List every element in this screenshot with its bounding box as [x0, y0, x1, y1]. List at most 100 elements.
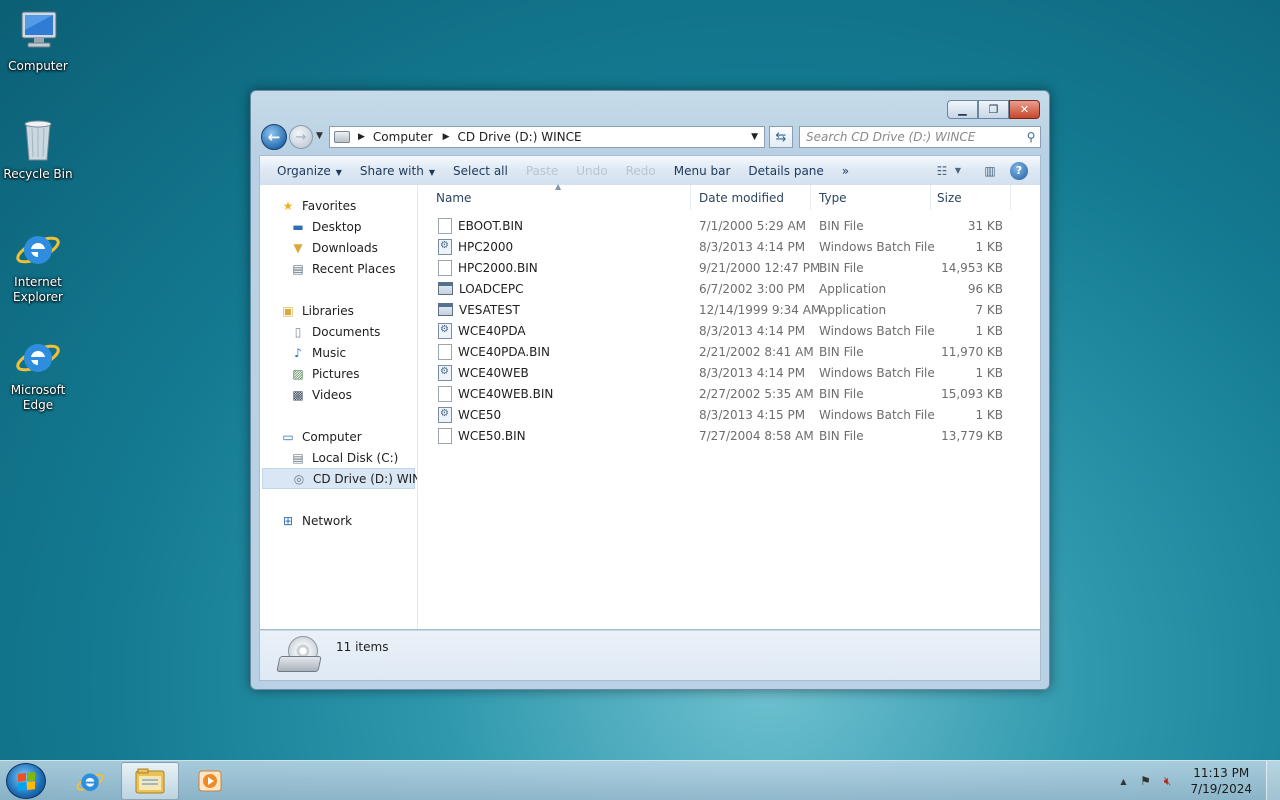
- nav-downloads[interactable]: ▼ Downloads: [260, 237, 417, 258]
- nav-label: Videos: [312, 387, 352, 402]
- share-with-button[interactable]: Share with ▼: [351, 164, 444, 178]
- nav-libraries[interactable]: ▣ Libraries: [260, 300, 417, 321]
- file-size: 1 KB: [975, 239, 1003, 254]
- file-name-cell[interactable]: WCE40PDA.BIN: [418, 343, 691, 360]
- file-name-cell[interactable]: LOADCEPC: [418, 282, 691, 296]
- caption-buttons: ▁ ❐ ✕: [947, 100, 1040, 119]
- column-header-size[interactable]: Size: [931, 185, 1011, 210]
- undo-button[interactable]: Undo: [567, 164, 616, 178]
- details-pane-button[interactable]: Details pane: [739, 164, 832, 178]
- minimize-button[interactable]: ▁: [947, 100, 978, 119]
- organize-button[interactable]: Organize ▼: [268, 164, 351, 178]
- file-row[interactable]: WCE40WEB 8/3/2013 4:14 PM Windows Batch Fi…: [418, 362, 1040, 383]
- column-header-type[interactable]: Type: [811, 185, 931, 210]
- file-row[interactable]: WCE50.BIN 7/27/2004 8:58 AM BIN File 13,779…: [418, 425, 1040, 446]
- volume-muted-icon[interactable]: 🔇︎: [1156, 774, 1178, 789]
- desktop-icon-internet-explorer[interactable]: Internet Explorer: [2, 224, 74, 305]
- file-row[interactable]: EBOOT.BIN 7/1/2000 5:29 AM BIN File 31 KB: [418, 215, 1040, 236]
- nav-music[interactable]: ♪ Music: [260, 342, 417, 363]
- file-name-cell[interactable]: VESATEST: [418, 303, 691, 317]
- help-icon[interactable]: ?: [1010, 161, 1028, 180]
- refresh-button[interactable]: ⇆: [769, 126, 793, 148]
- file-name-cell[interactable]: HPC2000.BIN: [418, 259, 691, 276]
- address-bar[interactable]: ▶ Computer ▶ CD Drive (D:) WINCE ▼: [329, 126, 765, 148]
- show-desktop-button[interactable]: [1266, 761, 1280, 800]
- batch-file-icon: [438, 364, 452, 381]
- breadcrumb-computer[interactable]: Computer: [373, 130, 433, 144]
- nav-desktop[interactable]: ▬ Desktop: [260, 216, 417, 237]
- recent-pages-dropdown[interactable]: ▼: [316, 131, 323, 141]
- restore-button[interactable]: ❐: [978, 100, 1009, 119]
- taskbar-media-player[interactable]: [181, 762, 239, 800]
- search-icon[interactable]: ⚲: [1022, 130, 1040, 144]
- file-icon: [438, 427, 452, 444]
- file-name-cell[interactable]: WCE50.BIN: [418, 427, 691, 444]
- address-dropdown-icon[interactable]: ▼: [751, 132, 758, 142]
- chevron-right-icon[interactable]: ▶: [443, 132, 450, 142]
- file-name-cell[interactable]: HPC2000: [418, 238, 691, 255]
- desktop-icon-recycle-bin[interactable]: Recycle Bin: [2, 116, 74, 182]
- back-button[interactable]: ←: [261, 124, 287, 150]
- close-button[interactable]: ✕: [1009, 100, 1040, 119]
- clock[interactable]: 11:13 PM 7/19/2024: [1190, 765, 1252, 797]
- view-options-chevron-icon[interactable]: ▼: [952, 163, 964, 179]
- file-row[interactable]: WCE40PDA.BIN 2/21/2002 8:41 AM BIN File 11,…: [418, 341, 1040, 362]
- taskbar-windows-explorer[interactable]: [121, 762, 179, 800]
- file-icon: [438, 385, 452, 402]
- search-input[interactable]: [800, 130, 1022, 144]
- preview-pane-icon[interactable]: ▥: [980, 163, 1000, 179]
- paste-button[interactable]: Paste: [517, 164, 567, 178]
- file-type: BIN File: [819, 386, 864, 401]
- nav-favorites[interactable]: ★ Favorites: [260, 195, 417, 216]
- breadcrumb-cd-drive[interactable]: CD Drive (D:) WINCE: [458, 130, 582, 144]
- nav-pictures[interactable]: ▨ Pictures: [260, 363, 417, 384]
- share-with-label: Share with: [359, 163, 424, 178]
- file-name: HPC2000: [458, 239, 514, 254]
- show-hidden-icons-button[interactable]: ▲: [1112, 777, 1134, 786]
- action-center-icon[interactable]: ⚑: [1134, 774, 1156, 788]
- nav-computer[interactable]: ▭ Computer: [260, 426, 417, 447]
- computer-icon: ▭: [282, 429, 294, 444]
- file-name-cell[interactable]: WCE40WEB.BIN: [418, 385, 691, 402]
- search-box[interactable]: ⚲: [799, 126, 1041, 148]
- nav-label: Libraries: [302, 303, 354, 318]
- nav-local-disk[interactable]: ▤ Local Disk (C:): [260, 447, 417, 468]
- file-date: 8/3/2013 4:14 PM: [699, 365, 806, 380]
- file-name-cell[interactable]: WCE40WEB: [418, 364, 691, 381]
- media-player-icon: [198, 770, 222, 792]
- file-row[interactable]: WCE50 8/3/2013 4:15 PM Windows Batch File 1…: [418, 404, 1040, 425]
- file-name-cell[interactable]: WCE40PDA: [418, 322, 691, 339]
- internet-explorer-icon: [76, 773, 104, 791]
- star-icon: ★: [282, 198, 294, 213]
- desktop-icon-microsoft-edge[interactable]: Microsoft Edge: [2, 332, 74, 413]
- change-view-icon[interactable]: ☷: [932, 163, 952, 179]
- file-row[interactable]: HPC2000.BIN 9/21/2000 12:47 PM BIN File 14,…: [418, 257, 1040, 278]
- taskbar-internet-explorer[interactable]: [61, 762, 119, 800]
- select-all-button[interactable]: Select all: [444, 164, 517, 178]
- menu-bar-button[interactable]: Menu bar: [665, 164, 740, 178]
- forward-button[interactable]: →: [289, 125, 313, 149]
- desktop-icon-computer[interactable]: Computer: [2, 8, 74, 74]
- nav-label: Documents: [312, 324, 381, 339]
- clock-date: 7/19/2024: [1190, 782, 1252, 796]
- file-row[interactable]: WCE40WEB.BIN 2/27/2002 5:35 AM BIN File 15,…: [418, 383, 1040, 404]
- more-commands-button[interactable]: »: [833, 164, 858, 178]
- redo-button[interactable]: Redo: [617, 164, 665, 178]
- nav-recent-places[interactable]: ▤ Recent Places: [260, 258, 417, 279]
- file-row[interactable]: LOADCEPC 6/7/2002 3:00 PM Application 96 KB: [418, 278, 1040, 299]
- nav-cd-drive[interactable]: ◎ CD Drive (D:) WINCE: [262, 468, 417, 489]
- nav-videos[interactable]: ▩ Videos: [260, 384, 417, 405]
- file-row[interactable]: VESATEST 12/14/1999 9:34 AM Application 7 K…: [418, 299, 1040, 320]
- system-tray: ▲ ⚑ 🔇︎ 11:13 PM 7/19/2024: [1112, 761, 1280, 800]
- file-row[interactable]: HPC2000 8/3/2013 4:14 PM Windows Batch Fil…: [418, 236, 1040, 257]
- nav-documents[interactable]: ▯ Documents: [260, 321, 417, 342]
- application-icon: [438, 282, 453, 295]
- file-row[interactable]: WCE40PDA 8/3/2013 4:14 PM Windows Batch Fi…: [418, 320, 1040, 341]
- nav-network[interactable]: ⊞ Network: [260, 510, 417, 531]
- chevron-right-icon[interactable]: ▶: [358, 132, 365, 142]
- desktop-icon-label: Recycle Bin: [3, 167, 73, 181]
- file-name-cell[interactable]: WCE50: [418, 406, 691, 423]
- file-name-cell[interactable]: EBOOT.BIN: [418, 217, 691, 234]
- start-button[interactable]: [6, 763, 46, 799]
- column-header-date[interactable]: Date modified: [691, 185, 811, 210]
